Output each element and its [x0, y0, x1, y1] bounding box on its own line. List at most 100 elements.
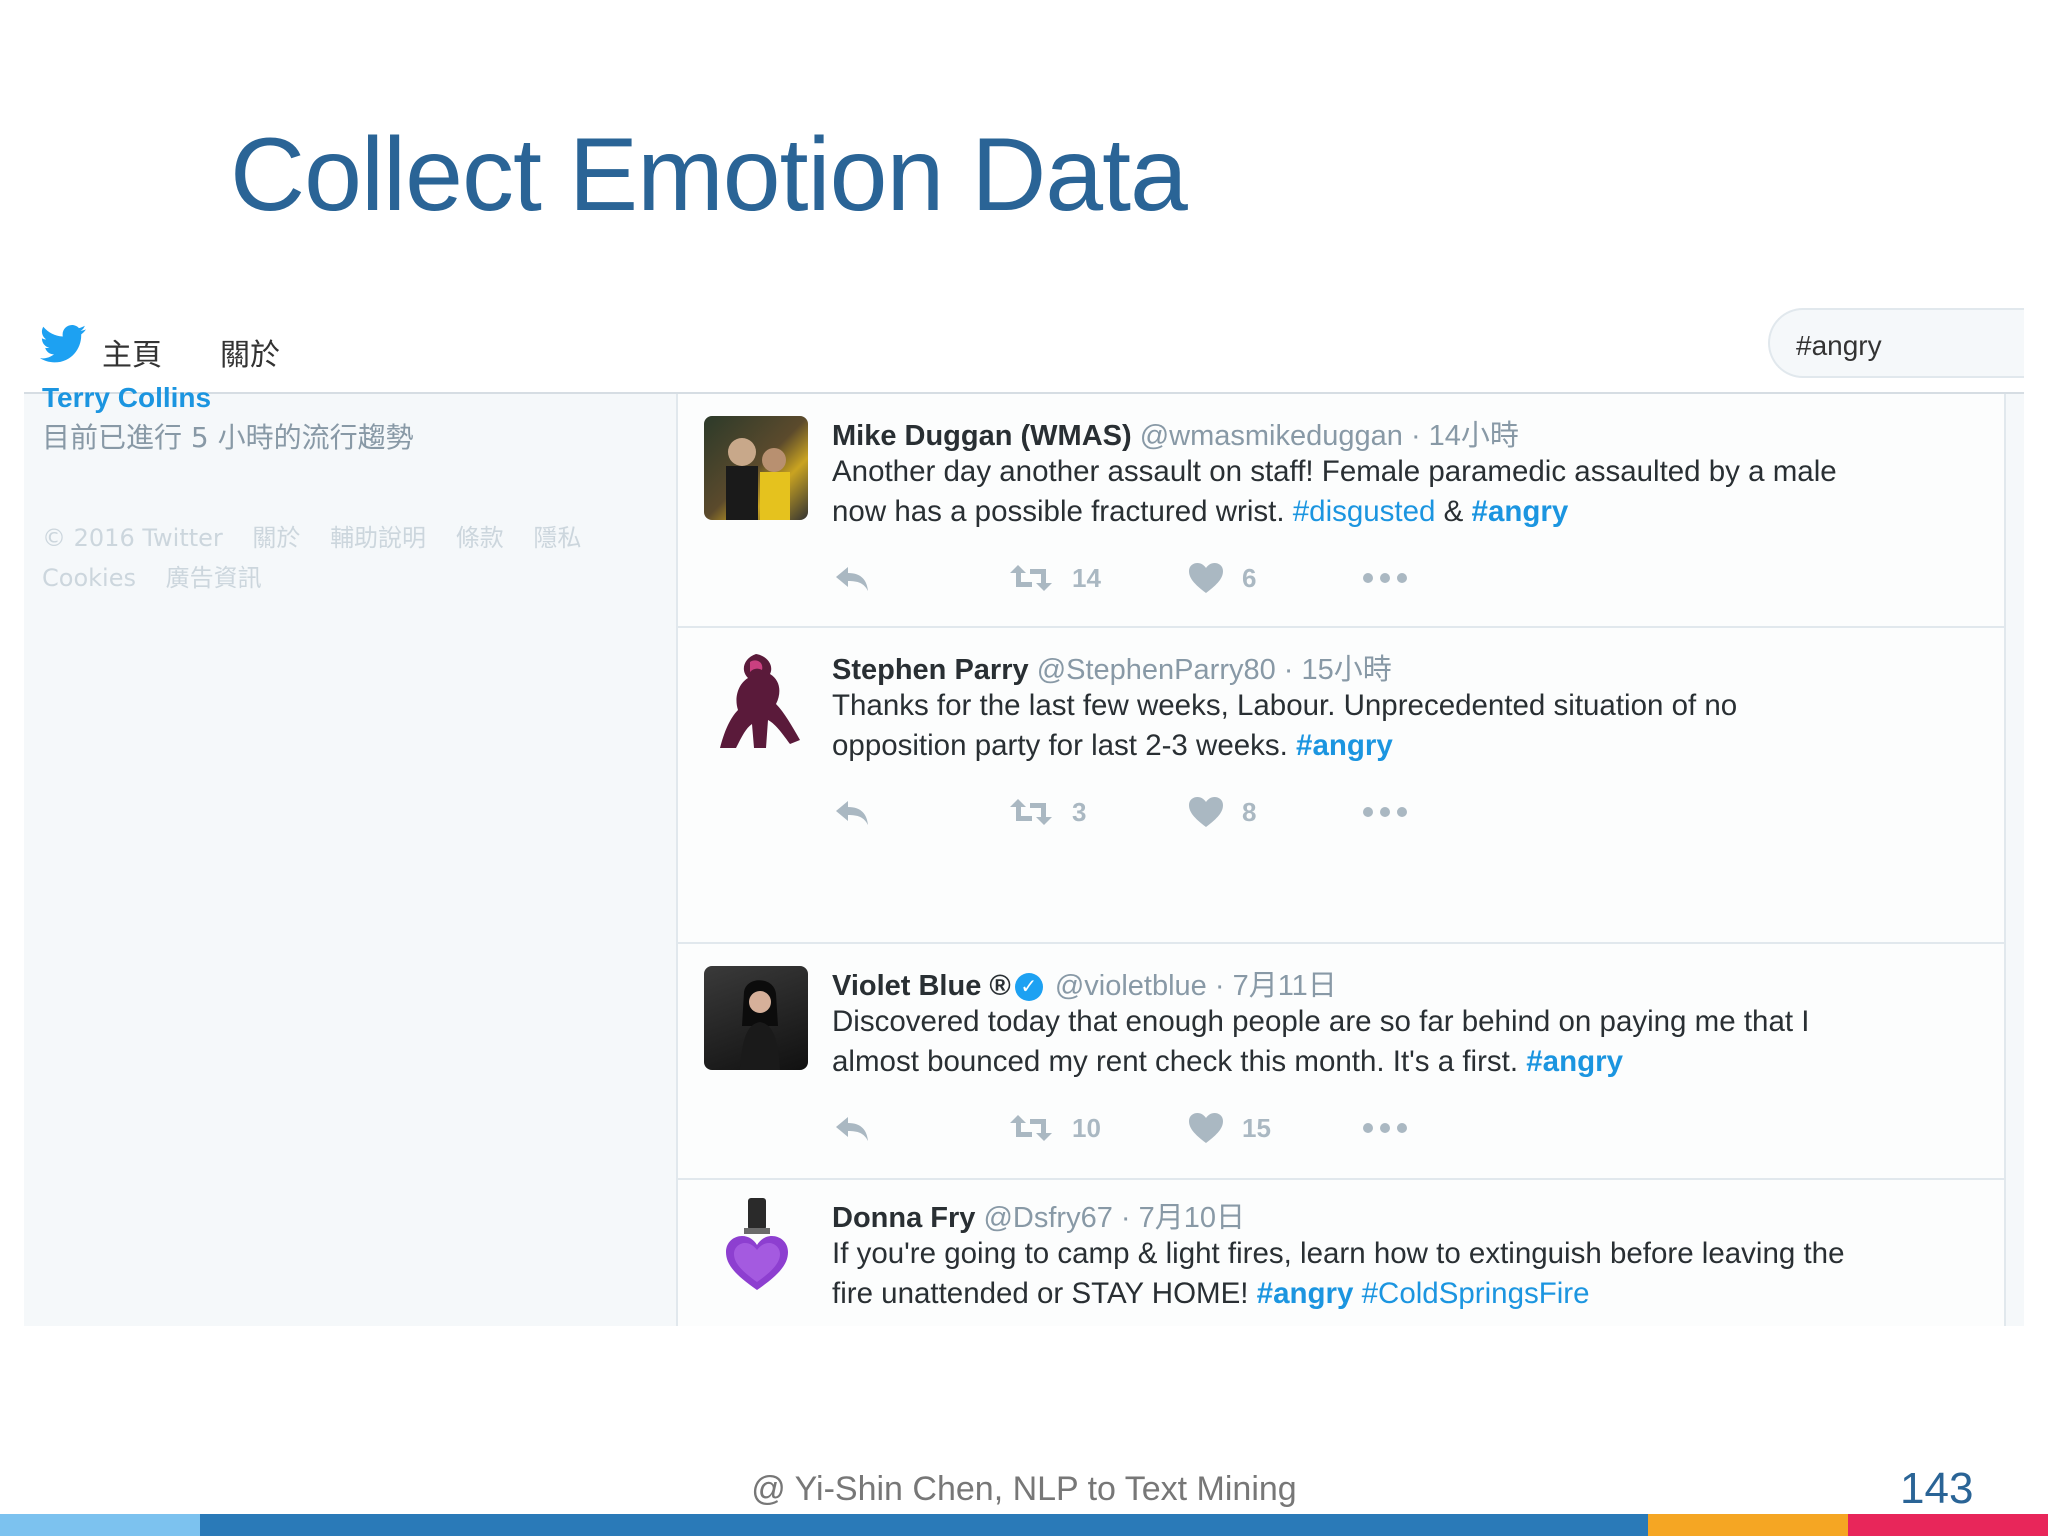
tweet-text: Discovered today that enough people are …	[832, 1002, 1982, 1082]
more-dots-icon	[1363, 573, 1407, 583]
tweet-author-name[interactable]: Violet Blue ®	[832, 970, 1011, 1002]
tweet-text-segment: almost bounced my rent check this month.…	[832, 1045, 1527, 1078]
twitter-screenshot: 主頁 關於 #angry Terry Collins 目前已進行 5 小時的流行…	[24, 290, 2024, 1326]
tweet-author-name[interactable]: Mike Duggan (WMAS)	[832, 420, 1132, 452]
more-button[interactable]	[1362, 1108, 1408, 1148]
reply-button[interactable]	[832, 558, 872, 598]
footer-bar-segment	[200, 1514, 1648, 1536]
footer-copyright: © 2016 Twitter	[42, 524, 223, 552]
tweet-card[interactable]: Donna Fry @Dsfry67 · 7月10日 If you're goi…	[678, 1180, 2004, 1326]
more-dots-icon	[1363, 807, 1407, 817]
tweet-handle[interactable]: @violetblue	[1055, 970, 1207, 1002]
footer-link-cookies[interactable]: Cookies	[42, 564, 136, 592]
footer-links: © 2016 Twitter 關於 輔助說明 條款 隱私 Cookies 廣告資…	[42, 518, 642, 598]
retweet-button[interactable]: 14	[1008, 558, 1101, 598]
retweet-count: 3	[1072, 796, 1087, 827]
footer-link-help[interactable]: 輔助說明	[330, 524, 426, 552]
retweet-icon	[1010, 799, 1052, 825]
nav-home[interactable]: 主頁	[102, 330, 162, 374]
avatar[interactable]	[704, 648, 808, 752]
avatar[interactable]	[704, 416, 808, 520]
nail-polish-avatar-image	[726, 1198, 788, 1290]
tweet-actions: 3 8	[832, 792, 1432, 832]
tweet-text-line: now has a possible fractured wrist. #dis…	[832, 492, 1982, 532]
tweet-feed: Mike Duggan (WMAS) @wmasmikeduggan · 14小…	[676, 394, 2006, 1326]
slide-title: Collect Emotion Data	[230, 117, 1188, 233]
tweet-handle[interactable]: @wmasmikeduggan	[1140, 420, 1403, 452]
like-button[interactable]: 6	[1188, 558, 1256, 598]
twitter-bird-icon[interactable]	[40, 324, 86, 364]
footer-bar-segment	[1648, 1514, 1848, 1536]
tweet-text-line: opposition party for last 2-3 weeks. #an…	[832, 726, 1982, 766]
more-dots-icon	[1363, 1123, 1407, 1133]
tweet-text-line: fire unattended or STAY HOME! #angry #Co…	[832, 1274, 1992, 1314]
reply-button[interactable]	[832, 1108, 872, 1148]
tweet-text-line: Thanks for the last few weeks, Labour. U…	[832, 689, 1738, 722]
tweet-text-line: Discovered today that enough people are …	[832, 1005, 1810, 1038]
heart-icon	[1189, 563, 1223, 593]
tweet-handle[interactable]: @Dsfry67	[983, 1202, 1112, 1234]
hashtag-link[interactable]: #disgusted	[1293, 495, 1436, 528]
tweet-text: If you're going to camp & light fires, l…	[832, 1234, 1992, 1314]
trend-info: 目前已進行 5 小時的流行趨勢	[42, 421, 414, 454]
reply-button[interactable]	[832, 792, 872, 832]
more-button[interactable]	[1362, 792, 1408, 832]
footer-link-ads[interactable]: 廣告資訊	[166, 564, 262, 592]
tweet-actions: 10 15	[832, 1108, 1432, 1148]
hashtag-link[interactable]: #angry	[1472, 495, 1569, 528]
tweet-header: Violet Blue ® ✓ @violetblue · 7月11日	[832, 962, 1337, 1004]
like-count: 8	[1242, 796, 1257, 827]
hashtag-link[interactable]: #ColdSpringsFire	[1362, 1277, 1590, 1310]
like-count: 6	[1242, 562, 1257, 593]
tweet-time[interactable]: · 15小時	[1284, 654, 1392, 686]
nav-about[interactable]: 關於	[220, 330, 280, 374]
tweet-text-line: Another day another assault on staff! Fe…	[832, 455, 1837, 488]
tweet-text-segment: fire unattended or STAY HOME!	[832, 1277, 1257, 1310]
footer-link-terms[interactable]: 條款	[456, 524, 504, 552]
retweet-count: 10	[1072, 1112, 1101, 1143]
like-button[interactable]: 8	[1188, 792, 1256, 832]
footer-link-privacy[interactable]: 隱私	[533, 524, 581, 552]
footer-link-about[interactable]: 關於	[252, 524, 300, 552]
tweet-author-name[interactable]: Donna Fry	[832, 1202, 975, 1234]
hashtag-link[interactable]: #angry	[1526, 1045, 1623, 1078]
tweet-handle[interactable]: @StephenParry80	[1037, 654, 1276, 686]
search-input[interactable]: #angry	[1768, 308, 2024, 378]
reply-icon	[836, 801, 868, 825]
slide-credit: @ Yi-Shin Chen, NLP to Text Mining	[751, 1470, 1297, 1508]
tweet-card[interactable]: Stephen Parry @StephenParry80 · 15小時 Tha…	[678, 628, 2004, 944]
tweet-time[interactable]: · 7月11日	[1215, 970, 1337, 1002]
hashtag-link[interactable]: #angry	[1257, 1277, 1354, 1310]
tweet-text: Another day another assault on staff! Fe…	[832, 452, 1982, 532]
verified-badge-icon: ✓	[1014, 973, 1043, 1002]
avatar[interactable]	[704, 1192, 808, 1296]
avatar-image	[726, 438, 790, 520]
tweet-time[interactable]: · 7月10日	[1121, 1202, 1245, 1234]
tweet-author-name[interactable]: Stephen Parry	[832, 654, 1029, 686]
left-sidebar: Terry Collins 目前已進行 5 小時的流行趨勢 © 2016 Twi…	[24, 382, 674, 1326]
tweet-header: Donna Fry @Dsfry67 · 7月10日	[832, 1194, 1245, 1236]
tweet-text-segment: &	[1435, 495, 1472, 528]
tweet-text-segment: now has a possible fractured wrist.	[832, 495, 1293, 528]
more-button[interactable]	[1362, 558, 1408, 598]
tweet-text-segment: opposition party for last 2-3 weeks.	[832, 729, 1297, 762]
retweet-button[interactable]: 3	[1008, 792, 1086, 832]
reply-icon	[836, 567, 868, 591]
page-number: 143	[1900, 1464, 1974, 1513]
heart-icon	[1189, 1113, 1223, 1143]
avatar[interactable]	[704, 966, 808, 1070]
like-button[interactable]: 15	[1188, 1108, 1271, 1148]
trend-author-link[interactable]: Terry Collins	[42, 382, 211, 414]
tweet-actions: 14 6	[832, 558, 1432, 598]
tweet-header: Stephen Parry @StephenParry80 · 15小時	[832, 646, 1392, 688]
tweet-header: Mike Duggan (WMAS) @wmasmikeduggan · 14小…	[832, 412, 1519, 454]
tweet-card[interactable]: Mike Duggan (WMAS) @wmasmikeduggan · 14小…	[678, 394, 2004, 628]
tweet-text: Thanks for the last few weeks, Labour. U…	[832, 686, 1982, 766]
footer-bar-segment	[0, 1514, 200, 1536]
hashtag-link[interactable]: #angry	[1296, 729, 1393, 762]
retweet-icon	[1010, 565, 1052, 591]
tweet-card[interactable]: Violet Blue ® ✓ @violetblue · 7月11日 Disco…	[678, 944, 2004, 1180]
tweet-time[interactable]: · 14小時	[1411, 420, 1519, 452]
retweet-button[interactable]: 10	[1008, 1108, 1101, 1148]
reply-icon	[836, 1117, 868, 1141]
